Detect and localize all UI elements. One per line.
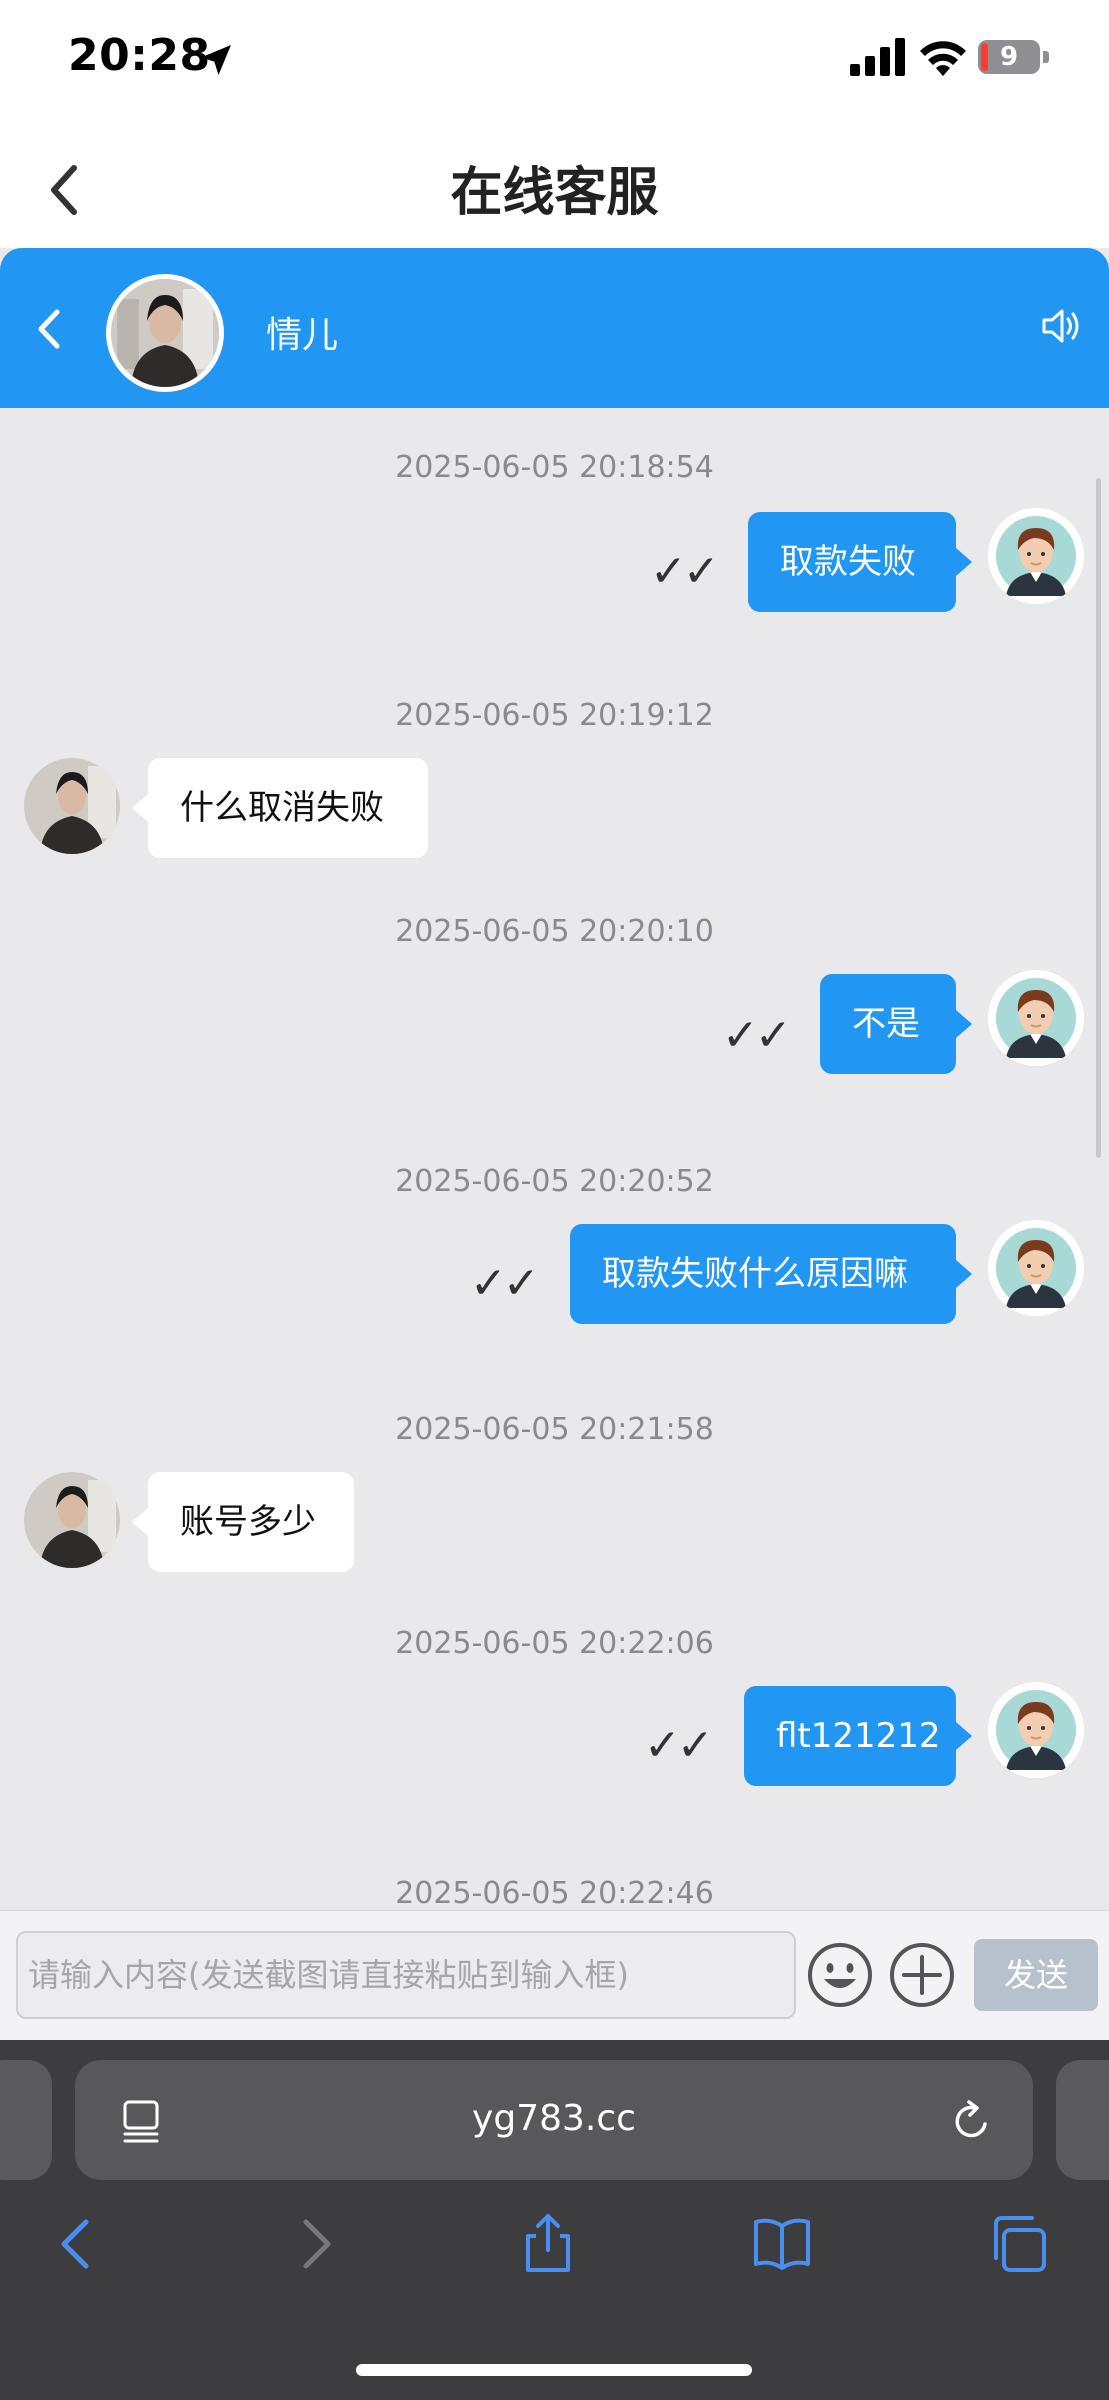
outgoing-bubble[interactable]: 不是 — [820, 974, 956, 1074]
user-avatar — [988, 1220, 1084, 1316]
agent-avatar-small — [24, 758, 120, 854]
chat-back-icon[interactable] — [30, 304, 70, 354]
location-arrow-icon — [201, 45, 231, 75]
share-icon[interactable] — [516, 2212, 580, 2276]
outgoing-bubble[interactable]: 取款失败 — [748, 512, 956, 612]
agent-avatar-small — [24, 1472, 120, 1568]
back-icon[interactable] — [46, 2212, 110, 2276]
bubble-tail — [956, 1010, 972, 1038]
page-title: 在线客服 — [450, 163, 659, 223]
status-bar: 20:28 9 — [0, 0, 1109, 120]
message-timestamp: 2025-06-05 20:20:10 — [395, 914, 714, 949]
chat-header: 情儿 — [0, 248, 1109, 408]
message-timestamp: 2025-06-05 20:21:58 — [395, 1412, 714, 1447]
reload-icon[interactable] — [947, 2096, 995, 2146]
message-timestamp: 2025-06-05 20:22:46 — [395, 1876, 714, 1910]
home-indicator[interactable] — [356, 2364, 752, 2376]
nav-header: 在线客服 — [0, 120, 1109, 248]
battery-level: 9 — [999, 42, 1019, 72]
message-timestamp: 2025-06-05 20:22:06 — [395, 1626, 714, 1661]
wifi-icon — [920, 41, 966, 76]
battery-icon: 9 — [978, 40, 1050, 74]
message-timestamp: 2025-06-05 20:20:52 — [395, 1164, 714, 1199]
emoji-icon[interactable] — [806, 1941, 874, 2009]
forward-icon[interactable] — [282, 2212, 346, 2276]
browser-toolbar: yg783.cc — [0, 2040, 1109, 2400]
input-bar: 发送 — [0, 1910, 1109, 2041]
cellular-signal-icon — [850, 38, 905, 76]
agent-name: 情儿 — [266, 315, 339, 356]
message-list[interactable]: 2025-06-05 20:18:54 ✓✓ 取款失败 2025-06-05 2… — [0, 408, 1109, 1910]
user-avatar — [988, 970, 1084, 1066]
send-button[interactable]: 发送 — [974, 1939, 1098, 2011]
read-receipt: ✓✓ — [644, 1720, 714, 1771]
tabs-icon[interactable] — [986, 2212, 1050, 2276]
user-avatar — [988, 1682, 1084, 1778]
url-text: yg783.cc — [472, 2098, 636, 2139]
status-time: 20:28 — [68, 30, 211, 81]
incoming-bubble[interactable]: 账号多少 — [148, 1472, 354, 1572]
next-tab-peek[interactable] — [1056, 2060, 1109, 2180]
plus-circle-icon[interactable] — [888, 1941, 956, 2009]
read-receipt: ✓✓ — [470, 1258, 540, 1309]
bookmarks-icon[interactable] — [750, 2212, 814, 2276]
message-timestamp: 2025-06-05 20:19:12 — [395, 698, 714, 733]
user-avatar — [988, 508, 1084, 604]
bubble-tail — [956, 548, 972, 576]
read-receipt: ✓✓ — [722, 1010, 792, 1061]
message-timestamp: 2025-06-05 20:18:54 — [395, 450, 714, 485]
outgoing-bubble[interactable]: 取款失败什么原因嘛 — [570, 1224, 956, 1324]
outgoing-bubble[interactable]: flt121212 — [744, 1686, 956, 1786]
bubble-tail — [132, 1508, 148, 1536]
bubble-tail — [956, 1260, 972, 1288]
agent-avatar — [106, 274, 224, 392]
message-input[interactable] — [16, 1931, 796, 2019]
bubble-tail — [132, 794, 148, 822]
speaker-icon[interactable] — [1040, 304, 1084, 348]
scrollbar[interactable] — [1096, 478, 1101, 1158]
incoming-bubble[interactable]: 什么取消失败 — [148, 758, 428, 858]
bubble-tail — [956, 1722, 972, 1750]
previous-tab-peek[interactable] — [0, 2060, 52, 2180]
address-bar[interactable]: yg783.cc — [75, 2060, 1033, 2180]
read-receipt: ✓✓ — [650, 546, 720, 597]
